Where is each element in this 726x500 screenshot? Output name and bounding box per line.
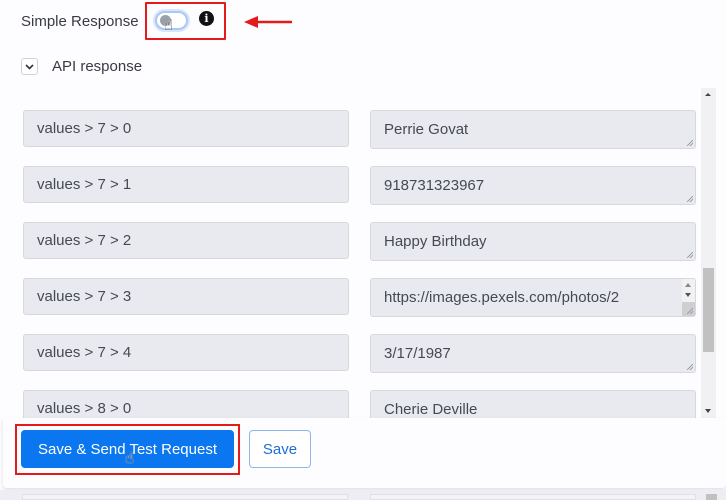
scroll-down-icon[interactable] [685, 293, 691, 297]
api-response-list: values > 7 > 0 Perrie Govat values > 7 >… [0, 88, 716, 420]
scroll-up-arrow-icon[interactable] [705, 93, 711, 96]
save-button[interactable]: Save [249, 430, 311, 468]
value-textarea[interactable]: https://images.pexels.com/photos/2 [370, 278, 696, 317]
list-item: values > 8 > 0 Cherie Deville [0, 390, 716, 420]
key-text: values > 7 > 2 [37, 232, 132, 249]
resize-grip-icon[interactable] [687, 140, 693, 146]
key-text: values > 7 > 3 [37, 288, 132, 305]
api-response-label: API response [52, 58, 143, 75]
value-textarea[interactable]: Cherie Deville [370, 390, 696, 420]
api-response-toggle[interactable]: API response [21, 58, 142, 75]
key-field[interactable]: values > 7 > 0 [23, 110, 349, 147]
scroll-down-arrow-icon[interactable] [705, 409, 711, 413]
key-text: values > 7 > 0 [37, 120, 132, 137]
value-text: Cherie Deville [384, 401, 478, 418]
key-text: values > 7 > 4 [37, 344, 132, 361]
value-text: Perrie Govat [384, 121, 469, 138]
resize-grip-icon[interactable] [687, 308, 693, 314]
key-field[interactable]: values > 7 > 2 [23, 222, 349, 259]
value-textarea[interactable]: Happy Birthday [370, 222, 696, 261]
background-content [0, 490, 726, 500]
list-item: values > 7 > 3 https://images.pexels.com… [0, 278, 716, 318]
key-field[interactable]: values > 7 > 1 [23, 166, 349, 203]
resize-grip-icon[interactable] [687, 252, 693, 258]
background-field [22, 494, 348, 500]
value-textarea[interactable]: 3/17/1987 [370, 334, 696, 373]
value-text: 918731323967 [384, 177, 485, 194]
list-item: values > 7 > 2 Happy Birthday [0, 222, 716, 262]
list-item: values > 7 > 0 Perrie Govat [0, 110, 716, 150]
info-icon[interactable]: i [199, 11, 214, 26]
list-item: values > 7 > 4 3/17/1987 [0, 334, 716, 374]
resize-grip-icon[interactable] [687, 196, 693, 202]
background-scrollbar [706, 494, 717, 500]
key-text: values > 8 > 0 [37, 400, 132, 417]
key-field[interactable]: values > 8 > 0 [23, 390, 349, 420]
list-scrollbar[interactable] [701, 88, 716, 420]
value-textarea[interactable]: Perrie Govat [370, 110, 696, 149]
key-field[interactable]: values > 7 > 3 [23, 278, 349, 315]
resize-grip-icon[interactable] [687, 364, 693, 370]
value-textarea[interactable]: 918731323967 [370, 166, 696, 205]
list-item: values > 7 > 1 918731323967 [0, 166, 716, 206]
hand-cursor-icon: ☝ [164, 17, 174, 34]
scroll-thumb[interactable] [703, 268, 714, 352]
simple-response-row: Simple Response [21, 10, 139, 32]
value-text: https://images.pexels.com/photos/2 [384, 289, 620, 306]
key-text: values > 7 > 1 [37, 176, 132, 193]
background-field [370, 494, 696, 500]
chevron-down-icon[interactable] [21, 58, 38, 75]
value-text: 3/17/1987 [384, 345, 451, 362]
simple-response-label: Simple Response [21, 12, 139, 30]
hand-cursor-icon: ☝ [125, 450, 135, 467]
scroll-up-icon[interactable] [685, 283, 691, 287]
key-field[interactable]: values > 7 > 4 [23, 334, 349, 371]
annotation-arrow-icon [244, 16, 292, 28]
value-text: Happy Birthday [384, 233, 487, 250]
